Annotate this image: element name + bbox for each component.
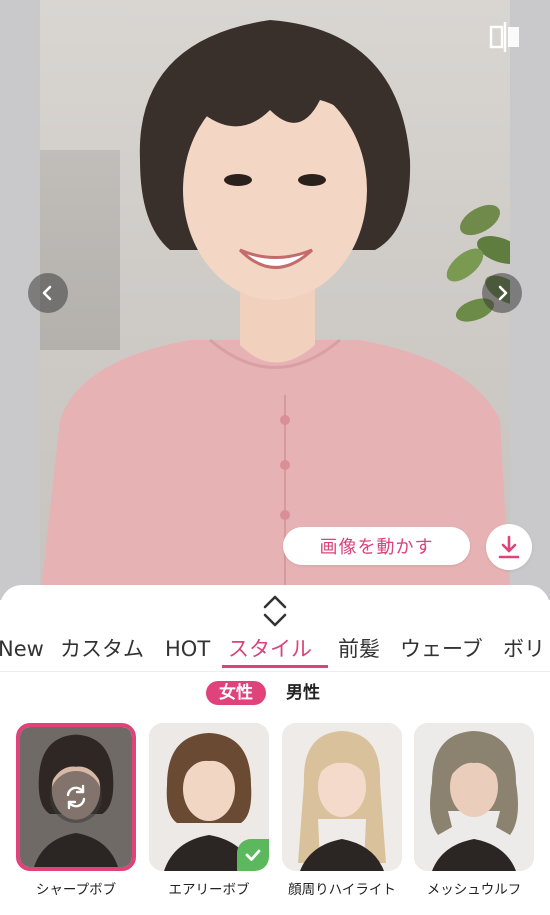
- compare-icon: [489, 22, 519, 52]
- applied-check-badge: [237, 839, 269, 871]
- tabs-divider: [0, 671, 550, 672]
- hairstyle-photo: [40, 0, 510, 600]
- style-card-sharp-bob[interactable]: [16, 723, 136, 871]
- gender-female-chip[interactable]: 女性: [206, 681, 266, 705]
- active-tab-indicator: [222, 665, 328, 668]
- next-button[interactable]: [482, 273, 522, 313]
- tab-bangs[interactable]: 前髪: [338, 632, 380, 668]
- style-card-airy-bob[interactable]: [149, 723, 269, 871]
- tab-new[interactable]: New: [0, 632, 44, 668]
- portrait: [40, 20, 510, 600]
- download-icon: [498, 535, 520, 559]
- compare-button[interactable]: [488, 20, 522, 54]
- checkmark-icon: [245, 849, 261, 861]
- style-thumbnail: [282, 723, 402, 871]
- style-label-face-highlight: 顔周りハイライト: [288, 882, 396, 898]
- previous-button[interactable]: [28, 273, 68, 313]
- style-bottom-sheet: New カスタム HOT スタイル 前髪 ウェーブ ボリ 女性 男性 シャープボ…: [0, 585, 550, 915]
- tab-custom[interactable]: カスタム: [60, 632, 144, 668]
- photo-preview: 画像を動かす: [0, 0, 550, 600]
- style-label-airy-bob: エアリーボブ: [168, 882, 250, 898]
- refresh-icon: [66, 784, 86, 810]
- gender-male-chip[interactable]: 男性: [286, 681, 330, 705]
- tab-hot[interactable]: HOT: [165, 632, 210, 668]
- style-card-face-highlight[interactable]: [282, 723, 402, 871]
- expand-collapse-icon: [263, 595, 287, 627]
- tab-wave[interactable]: ウェーブ: [400, 632, 483, 668]
- style-thumbnail: [414, 723, 534, 871]
- regenerate-button[interactable]: [50, 771, 102, 823]
- chevron-left-icon: [42, 285, 52, 301]
- chevron-right-icon: [498, 285, 508, 301]
- download-button[interactable]: [486, 524, 532, 570]
- tab-style[interactable]: スタイル: [228, 632, 312, 668]
- style-label-mesh-wolf: メッシュウルフ: [426, 882, 522, 898]
- style-label-sharp-bob: シャープボブ: [35, 882, 117, 898]
- move-image-label: 画像を動かす: [319, 537, 434, 558]
- category-tabs: New カスタム HOT スタイル 前髪 ウェーブ ボリ: [0, 632, 550, 668]
- style-card-mesh-wolf[interactable]: [414, 723, 534, 871]
- tab-volume[interactable]: ボリ: [503, 632, 545, 668]
- expand-handle[interactable]: [259, 591, 291, 631]
- move-image-button[interactable]: 画像を動かす: [283, 527, 470, 565]
